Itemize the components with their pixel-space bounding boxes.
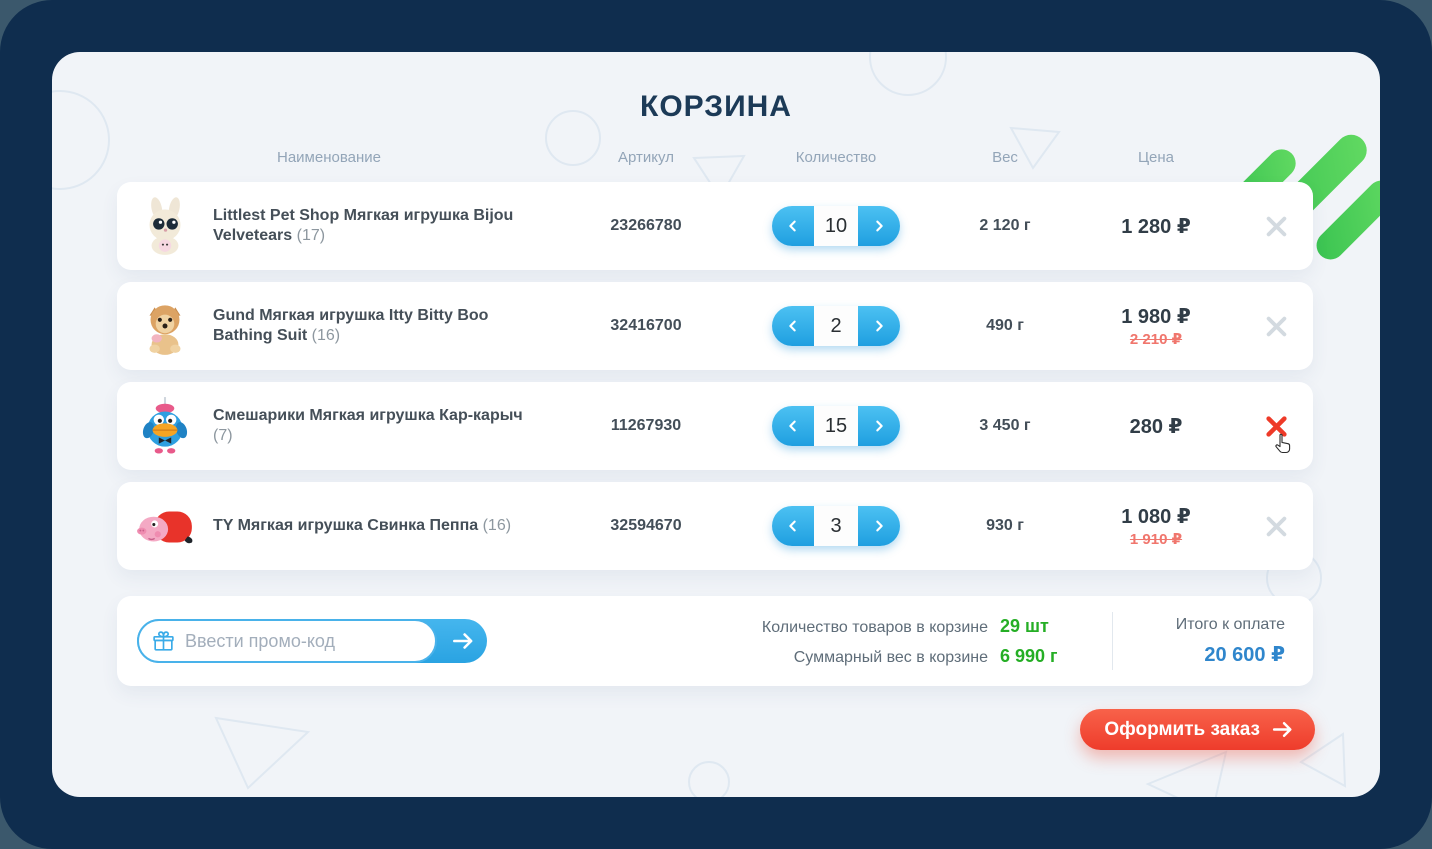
product-name: Смешарики Мягкая игрушка Кар-карыч [213,407,523,424]
header-price: Цена [1137,149,1175,166]
product-article: 32416700 [610,317,682,334]
table-header: Наименование Артикул Количество Вес Цена [117,149,1313,166]
quantity-stepper: 3 [772,506,900,546]
product-price: 1 280 ₽ [1073,214,1239,239]
current-price: 1 980 ₽ [1121,306,1191,328]
chevron-left-icon [789,220,796,232]
decrease-quantity-button[interactable] [772,306,814,346]
cart-row: Смешарики Мягкая игрушка Кар-карыч (7) 1… [117,382,1313,470]
increase-quantity-button[interactable] [858,206,900,246]
chevron-left-icon [789,420,796,432]
increase-quantity-button[interactable] [858,406,900,446]
window-frame: КОРЗИНА Наименование Артикул Количество … [0,0,1432,849]
product-weight: 2 120 г [979,217,1031,234]
arrow-right-icon [1272,722,1292,737]
decrease-quantity-button[interactable] [772,506,814,546]
old-price: 2 210 ₽ [1129,331,1183,348]
product-price: 1 980 ₽ 2 210 ₽ [1073,304,1239,348]
checkout-label: Оформить заказ [1104,718,1260,740]
quantity-stepper: 2 [772,306,900,346]
cart-row: Littlest Pet Shop Мягкая игрушка Bijou V… [117,182,1313,270]
product-name: Gund Мягкая игрушка Itty Bitty Boo Bathi… [213,307,489,344]
decrease-quantity-button[interactable] [772,406,814,446]
items-count-label: Количество товаров в корзине [761,618,988,636]
remove-item-button[interactable] [1259,509,1294,544]
product-review-count: (17) [296,227,326,244]
quantity-value[interactable]: 10 [814,206,858,246]
total-weight-label: Суммарный вес в корзине [793,648,988,666]
product-price: 280 ₽ [1073,414,1239,439]
chevron-left-icon [789,320,796,332]
grand-total-value: 20 600 ₽ [1204,643,1285,666]
grand-total: Итого к оплате 20 600 ₽ [1137,616,1285,667]
page-title: КОРЗИНА [640,90,792,123]
items-count-value: 29 шт [1000,615,1049,636]
close-icon [1266,516,1286,536]
current-price: 280 ₽ [1129,415,1183,438]
product-article: 11267930 [610,417,682,434]
cart-totals: Количество товаров в корзине 29 шт Сумма… [762,616,1086,667]
product-weight: 3 450 г [979,417,1031,434]
decor-circle [688,761,730,797]
cart-row: TY Мягкая игрушка Свинка Пеппа (16) 3259… [117,482,1313,570]
promo-input-wrap [137,619,437,663]
product-review-count: (16) [482,517,512,534]
chevron-right-icon [876,220,883,232]
increase-quantity-button[interactable] [858,306,900,346]
quantity-value[interactable]: 15 [814,406,858,446]
cart-row: Gund Мягкая игрушка Itty Bitty Boo Bathi… [117,282,1313,370]
remove-item-button-active[interactable] [1259,409,1294,444]
product-image-pig [117,495,213,557]
close-icon-red [1265,415,1287,437]
product-weight: 490 г [986,317,1024,334]
checkout-button[interactable]: Оформить заказ [1080,709,1315,750]
decor-triangle [210,708,314,794]
product-review-count: (7) [213,427,233,444]
increase-quantity-button[interactable] [858,506,900,546]
current-price: 1 080 ₽ [1121,506,1191,528]
quantity-value[interactable]: 3 [814,506,858,546]
decrease-quantity-button[interactable] [772,206,814,246]
remove-item-button[interactable] [1259,309,1294,344]
header-weight: Вес [992,149,1018,166]
close-icon [1266,216,1286,236]
product-name: TY Мягкая игрушка Свинка Пеппа [213,517,479,534]
header-name: Наименование [277,149,381,166]
chevron-right-icon [876,420,883,432]
close-icon [1266,316,1286,336]
chevron-right-icon [876,320,883,332]
product-image-bunny [117,195,213,257]
header-article: Артикул [618,149,674,166]
grand-total-label: Итого к оплате [1175,615,1285,633]
current-price: 1 280 ₽ [1121,215,1191,238]
quantity-value[interactable]: 2 [814,306,858,346]
cart-summary: Количество товаров в корзине 29 шт Сумма… [117,596,1313,686]
product-article: 32594670 [610,517,682,534]
product-review-count: (16) [311,327,341,344]
total-weight-value: 6 990 г [1000,645,1058,666]
decor-triangle [1142,746,1234,797]
chevron-right-icon [876,520,883,532]
remove-item-button[interactable] [1259,209,1294,244]
promo-code-widget [137,619,487,663]
product-price: 1 080 ₽ 1 910 ₽ [1073,504,1239,548]
product-weight: 930 г [986,517,1024,534]
quantity-stepper: 15 [772,406,900,446]
product-article: 23266780 [610,217,682,234]
quantity-stepper: 10 [772,206,900,246]
header-quantity: Количество [795,149,877,166]
promo-code-input[interactable] [185,630,423,652]
gift-icon [153,630,174,651]
old-price: 1 910 ₽ [1129,531,1183,548]
product-image-dog [117,295,213,357]
cart-panel: КОРЗИНА Наименование Артикул Количество … [52,52,1380,797]
summary-divider [1112,612,1113,670]
chevron-left-icon [789,520,796,532]
product-name: Littlest Pet Shop Мягкая игрушка Bijou V… [213,207,514,244]
product-image-bird [117,395,213,457]
